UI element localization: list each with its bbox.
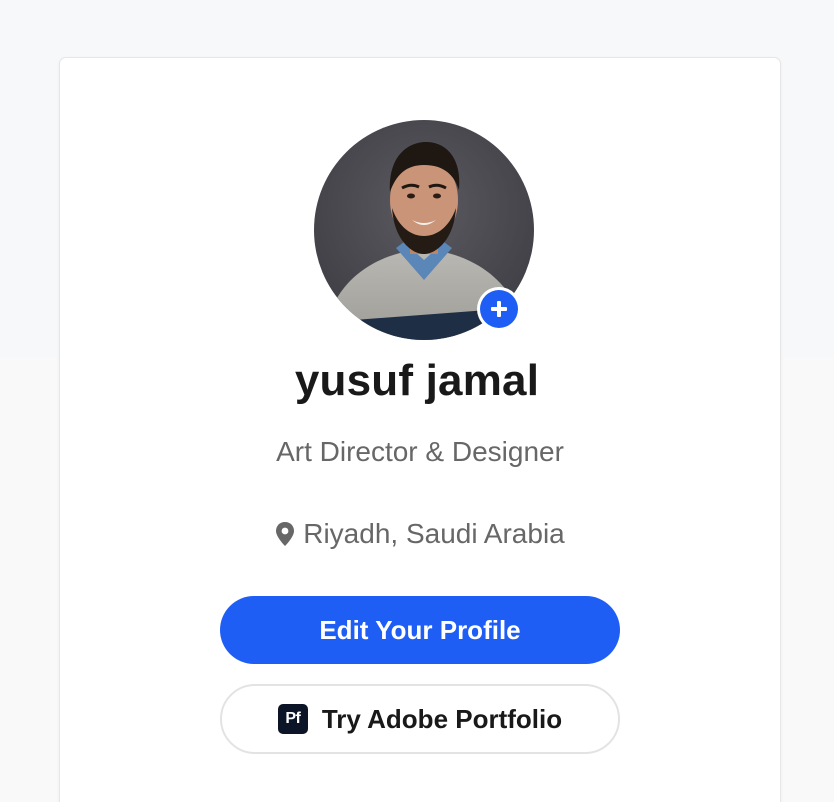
adobe-portfolio-logo-icon: Pf [277, 704, 308, 734]
map-pin-icon [275, 521, 295, 547]
avatar-add-circle [480, 290, 518, 328]
plus-icon [491, 301, 507, 317]
profile-occupation: Art Director & Designer [276, 436, 564, 467]
profile-name: yusuf jamal [294, 356, 540, 405]
avatar-container [314, 120, 534, 340]
portfolio-label: Try Adobe Portfolio [321, 703, 563, 734]
edit-profile-label: Edit Your Profile [319, 614, 521, 645]
try-adobe-portfolio-button[interactable]: Pf Try Adobe Portfolio [220, 684, 620, 754]
edit-profile-button[interactable]: Edit Your Profile [220, 596, 620, 664]
location-text: Riyadh, Saudi Arabia [303, 518, 565, 549]
profile-location: Riyadh, Saudi Arabia [0, 518, 834, 550]
avatar-add-button[interactable] [477, 287, 521, 331]
